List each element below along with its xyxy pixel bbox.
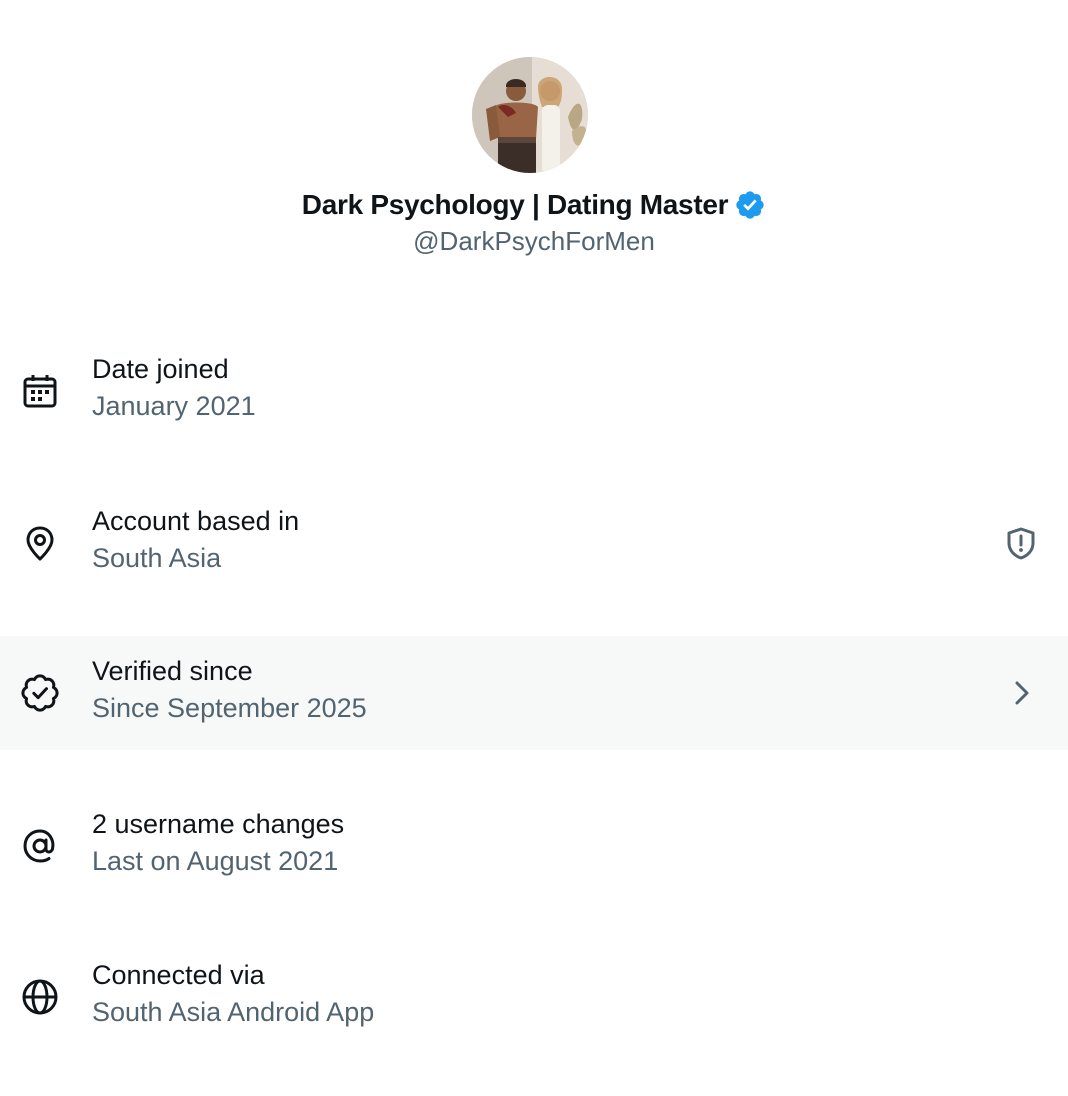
display-name: Dark Psychology | Dating Master — [301, 189, 729, 220]
row-date-joined: Date joined January 2021 — [0, 334, 1068, 448]
verified-check-icon[interactable] — [734, 189, 766, 221]
row-account-based-in: Account based in South Asia — [0, 486, 1068, 600]
row-subtitle: January 2021 — [92, 391, 256, 421]
row-subtitle: Since September 2025 — [92, 693, 367, 723]
name-row: Dark Psychology | Dating Master — [0, 184, 1068, 226]
calendar-icon — [20, 371, 60, 411]
row-title: 2 username changes — [92, 809, 345, 839]
row-title: Verified since — [92, 656, 253, 686]
avatar[interactable] — [472, 57, 588, 173]
at-sign-icon — [20, 826, 60, 866]
row-connected-via: Connected via South Asia Android App — [0, 940, 1068, 1054]
row-verified-since[interactable]: Verified since Since September 2025 — [0, 636, 1068, 750]
row-title: Date joined — [92, 354, 229, 384]
row-subtitle: South Asia Android App — [92, 997, 375, 1027]
row-subtitle: Last on August 2021 — [92, 846, 339, 876]
shield-alert-icon[interactable] — [1001, 523, 1041, 563]
profile-header: Dark Psychology | Dating Master @DarkPsy… — [0, 0, 1068, 290]
row-title: Connected via — [92, 960, 265, 990]
profile-handle: @DarkPsychForMen — [413, 226, 655, 256]
row-username-changes: 2 username changes Last on August 2021 — [0, 789, 1068, 903]
verified-badge-icon — [20, 673, 60, 713]
chevron-right-icon[interactable] — [1001, 673, 1041, 713]
globe-icon — [20, 977, 60, 1017]
location-pin-icon — [20, 523, 60, 563]
row-subtitle: South Asia — [92, 543, 222, 573]
row-title: Account based in — [92, 506, 300, 536]
